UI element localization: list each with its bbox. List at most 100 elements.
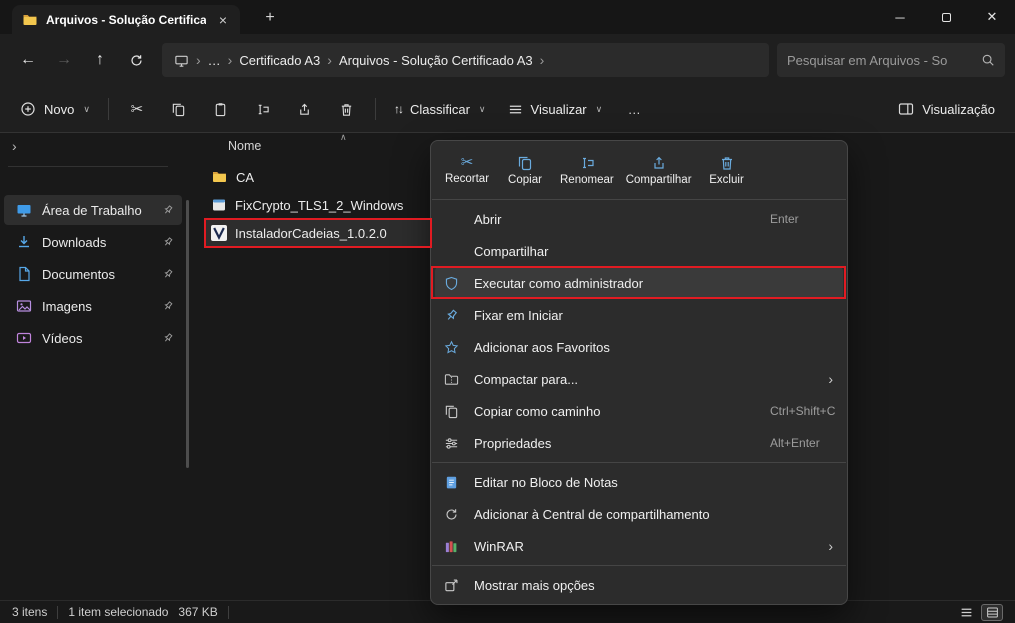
details-view-button[interactable] (981, 604, 1003, 621)
installer-v-icon (211, 225, 227, 241)
this-pc-icon[interactable] (174, 53, 189, 68)
menu-item-copiar-como-caminho[interactable]: Copiar como caminho Ctrl+Shift+C (435, 395, 843, 427)
view-button[interactable]: Visualizar ∨ (498, 94, 613, 125)
pin-icon (444, 308, 459, 323)
menu-item-winrar[interactable]: WinRAR › (435, 530, 843, 562)
videos-icon (16, 330, 32, 346)
minimize-button[interactable]: ─ (877, 0, 923, 34)
menu-item-editar-no-bloco-de-notas[interactable]: Editar no Bloco de Notas (435, 466, 843, 498)
search-icon[interactable] (981, 53, 995, 67)
close-button[interactable]: ✕ (969, 0, 1015, 34)
desktop-icon (16, 202, 32, 218)
pin-icon (162, 236, 174, 248)
downloads-icon (16, 234, 32, 250)
chevron-down-icon: ∨ (83, 104, 90, 115)
refresh-button[interactable] (118, 43, 154, 77)
sidebar-item-desktop[interactable]: Área de Trabalho (4, 195, 182, 225)
back-button[interactable]: ← (10, 43, 46, 77)
delete-button[interactable] (327, 92, 367, 126)
copy-button[interactable] (159, 92, 199, 126)
status-divider (228, 606, 229, 619)
winrar-icon (444, 539, 459, 554)
copy-path-icon (444, 404, 459, 419)
menu-divider (432, 199, 846, 200)
menu-item-compartilhar[interactable]: Compartilhar (435, 235, 843, 267)
sidebar-item-pictures[interactable]: Imagens (4, 291, 182, 321)
sort-icon: ↑↓ (394, 102, 402, 116)
star-icon (444, 340, 459, 355)
quick-rename-button[interactable]: Renomear (555, 146, 619, 194)
menu-item-adicionar-central-compartilhamento[interactable]: Adicionar à Central de compartilhamento (435, 498, 843, 530)
sort-button[interactable]: ↑↓ Classificar ∨ (384, 94, 496, 125)
breadcrumb: › … › Certificado A3 › Arquivos - Soluçã… (162, 43, 769, 77)
forward-button[interactable]: → (46, 43, 82, 77)
rename-icon (579, 155, 595, 171)
notepad-icon (444, 475, 459, 490)
menu-item-adicionar-aos-favoritos[interactable]: Adicionar aos Favoritos (435, 331, 843, 363)
chevron-down-icon: ∨ (596, 104, 603, 115)
pin-icon (162, 204, 174, 216)
tab-title: Arquivos - Solução Certificado (46, 13, 206, 27)
cut-button[interactable]: ✂ (117, 92, 157, 126)
sidebar-item-label: Imagens (42, 299, 92, 314)
tab-close-icon[interactable]: × (214, 11, 232, 29)
file-row-ca[interactable]: CA (204, 163, 432, 191)
new-tab-button[interactable]: + (258, 7, 282, 29)
list-view-button[interactable] (955, 604, 977, 621)
search-input[interactable] (787, 53, 975, 68)
quick-cut-button[interactable]: ✂ Recortar (439, 146, 495, 194)
search-box (777, 43, 1005, 77)
more-options-button[interactable]: … (614, 92, 654, 126)
menu-item-compactar-para[interactable]: Compactar para... › (435, 363, 843, 395)
explorer-tab[interactable]: Arquivos - Solução Certificado × (12, 5, 240, 34)
sidebar-item-videos[interactable]: Vídeos (4, 323, 182, 353)
properties-sliders-icon (444, 436, 459, 451)
pin-icon (162, 268, 174, 280)
sidebar-item-label: Vídeos (42, 331, 82, 346)
menu-item-executar-como-administrador[interactable]: Executar como administrador (435, 267, 843, 299)
pictures-icon (16, 298, 32, 314)
maximize-button[interactable] (923, 0, 969, 34)
share-button[interactable] (285, 92, 325, 126)
sidebar-item-downloads[interactable]: Downloads (4, 227, 182, 257)
up-button[interactable]: ↑ (82, 43, 118, 77)
sidebar-divider (8, 166, 168, 167)
share-icon (651, 155, 667, 171)
maximize-icon (942, 13, 951, 22)
file-row-instaladorcadeias[interactable]: InstaladorCadeias_1.0.2.0 (204, 219, 432, 247)
selection-status: 1 item selecionado (68, 605, 168, 619)
preview-toggle-button[interactable]: Visualização (888, 93, 1005, 125)
vertical-scrollbar[interactable] (186, 200, 189, 468)
menu-item-fixar-em-iniciar[interactable]: Fixar em Iniciar (435, 299, 843, 331)
copy-icon (171, 102, 186, 117)
toolbar-divider (108, 98, 109, 120)
list-view-icon (960, 606, 973, 619)
sidebar-item-documents[interactable]: Documentos (4, 259, 182, 289)
quick-copy-button[interactable]: Copiar (497, 146, 553, 194)
menu-item-propriedades[interactable]: Propriedades Alt+Enter (435, 427, 843, 459)
folder-icon (22, 12, 38, 28)
rename-button[interactable] (243, 92, 283, 126)
context-menu: ✂ Recortar Copiar Renomear Compartilhar … (430, 140, 848, 605)
details-view-icon (986, 606, 999, 619)
quick-delete-button[interactable]: Excluir (699, 146, 755, 194)
copy-icon (517, 155, 533, 171)
new-button[interactable]: Novo ∨ (10, 93, 100, 125)
window-controls: ─ ✕ (877, 0, 1015, 34)
view-icon (508, 102, 523, 117)
file-row-fixcrypto[interactable]: FixCrypto_TLS1_2_Windows (204, 191, 432, 219)
paste-button[interactable] (201, 92, 241, 126)
status-divider (57, 606, 58, 619)
breadcrumb-segment[interactable]: Certificado A3 (239, 53, 320, 68)
zip-folder-icon (444, 372, 459, 387)
menu-divider (432, 565, 846, 566)
quick-share-button[interactable]: Compartilhar (621, 146, 697, 194)
breadcrumb-segment-current[interactable]: Arquivos - Solução Certificado A3 (339, 53, 533, 68)
breadcrumb-ellipsis[interactable]: … (208, 53, 221, 68)
share-icon (297, 102, 312, 117)
navigation-pane: › Área de Trabalho Downloads Documen (0, 133, 190, 600)
menu-item-mostrar-mais-opcoes[interactable]: Mostrar mais opções (435, 569, 843, 601)
breadcrumb-chevron-icon: › (228, 52, 233, 68)
menu-item-abrir[interactable]: Abrir Enter (435, 203, 843, 235)
tree-expand-icon[interactable]: › (12, 138, 17, 154)
